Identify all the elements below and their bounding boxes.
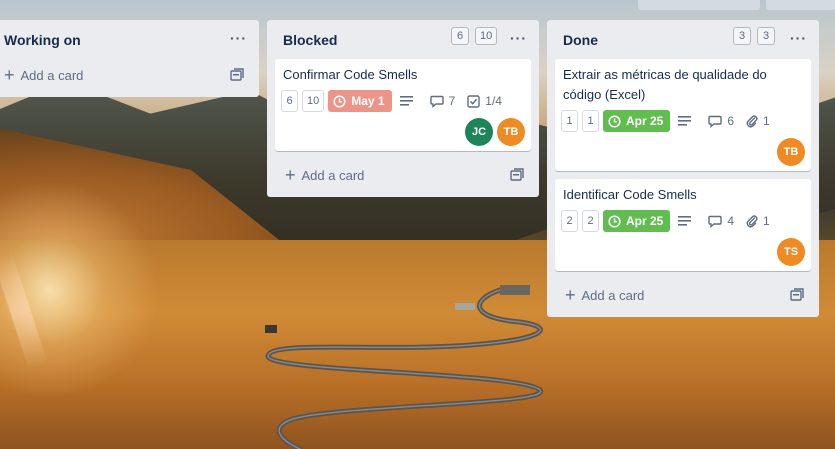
due-date-badge[interactable]: Apr 25 [603,110,671,132]
list-count-badge: 6 [451,27,469,45]
paperclip-icon [746,215,758,228]
due-date-badge[interactable]: May 1 [328,90,392,112]
card-count-badge: 10 [302,90,325,112]
clock-icon [608,214,621,228]
card-count-badge: 6 [281,90,298,112]
card[interactable]: Extrair as métricas de qualidade do códi… [555,59,811,171]
checkbox-icon [467,94,480,108]
list-done: Done 3 3 ··· Extrair as métricas de qual… [547,20,819,317]
add-card-button[interactable]: + Add a card [565,281,644,309]
due-date-badge[interactable]: Apr 25 [603,210,671,232]
attachments-badge: 1 [746,114,770,128]
add-card-label: Add a card [581,287,645,303]
comment-bubble-icon [708,115,723,128]
avatar[interactable]: TB [497,118,525,146]
list-header: Working on ··· [0,20,259,58]
list-title[interactable]: Working on [4,32,81,48]
list-header: Done 3 3 ··· [547,20,819,58]
plus-icon: + [565,285,576,305]
list-count-badge: 3 [757,27,775,45]
board-header-button[interactable] [638,0,760,10]
paperclip-icon [746,115,758,128]
card-template-icon[interactable] [230,68,244,82]
add-card-button[interactable]: + Add a card [4,61,83,89]
card-count-badge: 1 [561,110,578,132]
clock-icon [608,114,621,128]
comments-count: 4 [727,214,735,228]
list-title[interactable]: Done [563,32,598,48]
due-date-label: May 1 [351,94,385,108]
list-count-badge: 3 [733,27,751,45]
comment-bubble-icon [708,215,723,228]
board-header-button[interactable] [766,0,835,10]
card-title: Identificar Code Smells [563,187,697,202]
description-lines-icon [399,96,413,106]
card[interactable]: Identificar Code Smells 2 2 Apr 25 4 1 T… [555,179,811,271]
list-count-badge: 10 [475,27,498,45]
description-badge [678,215,696,227]
due-date-label: Apr 25 [626,114,664,128]
list-title[interactable]: Blocked [283,32,337,48]
list-header: Blocked 6 10 ··· [267,20,539,58]
attachments-count: 1 [763,114,770,128]
add-card-label: Add a card [301,167,365,183]
card-template-icon[interactable] [790,288,804,302]
plus-icon: + [285,165,296,185]
card-badges: 1 1 Apr 25 6 1 [561,110,782,132]
card-badges: 2 2 Apr 25 4 1 [561,210,782,232]
ellipsis-icon[interactable]: ··· [510,30,527,46]
card-count-badge: 2 [561,210,578,232]
description-lines-icon [678,116,692,126]
plus-icon: + [4,65,15,85]
top-toolbar-strip [600,0,835,12]
description-badge [399,95,418,107]
ellipsis-icon[interactable]: ··· [230,30,247,46]
description-lines-icon [678,216,692,226]
card-count-badge: 1 [582,110,599,132]
comments-badge: 7 [429,94,456,108]
comments-count: 7 [448,94,456,108]
card-template-icon[interactable] [510,168,524,182]
attachments-badge: 1 [746,214,770,228]
add-card-label: Add a card [20,67,84,83]
card-title: Extrair as métricas de qualidade do códi… [563,67,767,102]
card[interactable]: Confirmar Code Smells 6 10 May 1 7 1/4 J… [275,59,531,151]
ellipsis-icon[interactable]: ··· [790,30,807,46]
clock-icon [333,94,346,108]
avatar[interactable]: TB [777,138,805,166]
checklist-progress: 1/4 [485,94,502,108]
comments-badge: 4 [708,214,734,228]
avatar[interactable]: TS [777,238,805,266]
attachments-count: 1 [763,214,770,228]
comment-bubble-icon [429,95,444,108]
list-working-on: Working on ··· + Add a card [0,20,259,97]
due-date-label: Apr 25 [626,214,664,228]
list-blocked: Blocked 6 10 ··· Confirmar Code Smells 6… [267,20,539,197]
add-card-button[interactable]: + Add a card [285,161,364,189]
avatar[interactable]: JC [465,118,493,146]
comments-badge: 6 [708,114,734,128]
card-count-badge: 2 [582,210,599,232]
comments-count: 6 [727,114,735,128]
card-title: Confirmar Code Smells [283,67,418,82]
description-badge [678,115,696,127]
card-badges: 6 10 May 1 7 1/4 [281,90,514,112]
checklist-badge: 1/4 [467,94,502,108]
